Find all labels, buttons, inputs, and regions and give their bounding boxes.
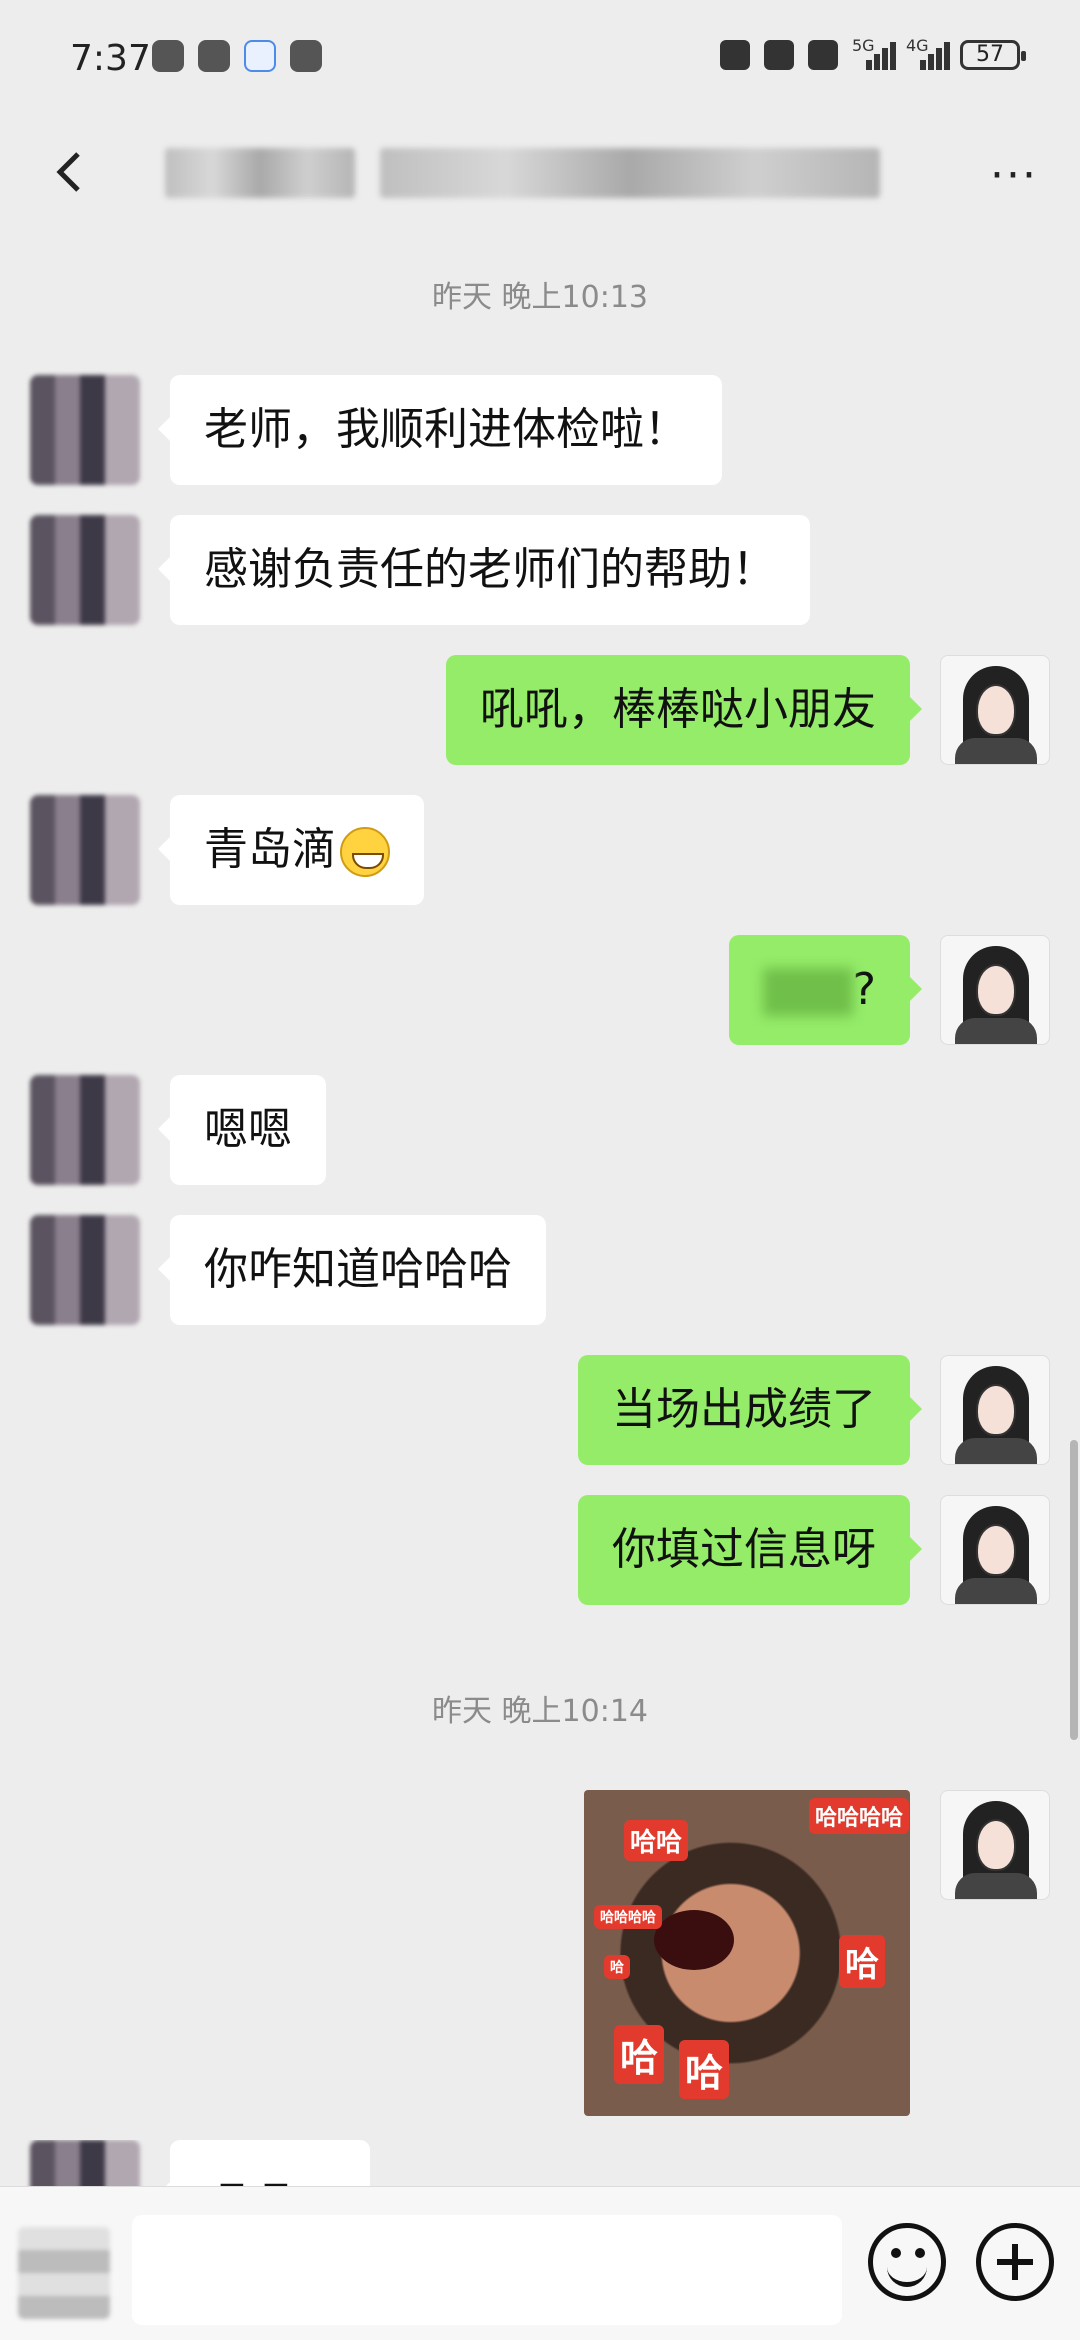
message-bubble[interactable]: ? [728, 935, 923, 1045]
sticker-text: 哈 [679, 2040, 730, 2099]
message-row: 青岛滴 [0, 795, 1080, 905]
grinning-face-icon [340, 827, 390, 877]
message-row: 当场出成绩了 [0, 1355, 1080, 1465]
message-bubble[interactable]: 青岛滴 [158, 795, 424, 905]
my-avatar[interactable] [940, 1355, 1050, 1465]
message-bubble[interactable]: 感谢负责任的老师们的帮助！ [158, 515, 810, 625]
chat-title-redacted [165, 148, 355, 198]
message-row: 嗯嗯 [0, 1075, 1080, 1185]
voice-toggle-icon[interactable] [18, 2227, 110, 2319]
peer-avatar[interactable] [30, 795, 140, 905]
wechat-icon [152, 40, 184, 72]
my-avatar[interactable] [940, 1790, 1050, 1900]
message-timestamp: 昨天 晚上10:13 [432, 280, 648, 315]
app-notification-icon [198, 40, 230, 72]
qq-icon [290, 40, 322, 72]
notification-icons [152, 40, 322, 72]
message-input[interactable] [132, 2215, 842, 2325]
chat-header: ··· [0, 120, 1080, 230]
sticker-text: 哈 [839, 1935, 885, 1988]
peer-avatar[interactable] [30, 1215, 140, 1325]
system-icons: 5G 4G 57 [720, 36, 1026, 70]
chat-title-redacted [380, 148, 880, 198]
status-bar: 7:37 5G 4G 57 [0, 0, 1080, 120]
message-row: 你咋知道哈哈哈 [0, 1215, 1080, 1325]
alarm-icon [720, 40, 750, 70]
sticker-text: 哈 [604, 1955, 630, 1979]
message-timestamp: 昨天 晚上10:14 [432, 1694, 648, 1729]
peer-avatar[interactable] [30, 375, 140, 485]
sticker-mouth [654, 1910, 734, 1970]
message-text: 青岛滴 [204, 824, 336, 875]
message-row: 嗯嗯！ [0, 2140, 1080, 2186]
status-time: 7:37 [70, 38, 151, 79]
plus-icon[interactable] [976, 2223, 1054, 2301]
message-bubble[interactable]: 你填过信息呀 [578, 1495, 922, 1605]
message-bubble[interactable]: 你咋知道哈哈哈 [158, 1215, 546, 1325]
more-icon[interactable]: ··· [984, 150, 1044, 201]
peer-avatar[interactable] [30, 1075, 140, 1185]
message-bubble[interactable]: 吼吼，棒棒哒小朋友 [446, 655, 922, 765]
emoji-icon[interactable] [868, 2223, 946, 2301]
vibrate-icon [808, 40, 838, 70]
back-arrow-icon[interactable] [40, 142, 100, 202]
message-row: 吼吼，棒棒哒小朋友 [0, 655, 1080, 765]
my-avatar[interactable] [940, 1495, 1050, 1605]
message-row: ? [0, 935, 1080, 1045]
my-avatar[interactable] [940, 935, 1050, 1045]
peer-avatar[interactable] [30, 2140, 140, 2186]
message-row: 你填过信息呀 [0, 1495, 1080, 1605]
battery-indicator: 57 [960, 40, 1026, 70]
message-bubble[interactable]: 老师，我顺利进体检啦！ [158, 375, 722, 485]
bluetooth-icon [764, 40, 794, 70]
sticker-text: 哈哈哈哈 [809, 1798, 910, 1834]
my-avatar[interactable] [940, 655, 1050, 765]
app-badge-icon [244, 40, 276, 72]
message-bubble[interactable]: 当场出成绩了 [578, 1355, 922, 1465]
sticker-text: 哈哈哈哈 [594, 1905, 662, 1929]
scrollbar[interactable] [1070, 1440, 1078, 1740]
message-row: 哈哈 哈哈哈哈 哈哈哈哈 哈 哈 哈 哈 [0, 1790, 1080, 2116]
signal-5g-icon: 5G [852, 36, 896, 70]
signal-4g-icon: 4G [906, 36, 950, 70]
sticker-image[interactable]: 哈哈 哈哈哈哈 哈哈哈哈 哈 哈 哈 哈 [584, 1790, 910, 2116]
message-text: ? [852, 964, 876, 1015]
input-bar [0, 2186, 1080, 2340]
sticker-text: 哈哈 [624, 1820, 689, 1861]
peer-avatar[interactable] [30, 515, 140, 625]
message-row: 感谢负责任的老师们的帮助！ [0, 515, 1080, 625]
message-bubble[interactable]: 嗯嗯！ [158, 2140, 370, 2186]
message-bubble[interactable]: 嗯嗯 [158, 1075, 326, 1185]
message-row: 老师，我顺利进体检啦！ [0, 375, 1080, 485]
sticker-text: 哈 [614, 2025, 665, 2084]
redacted-text [762, 968, 853, 1016]
